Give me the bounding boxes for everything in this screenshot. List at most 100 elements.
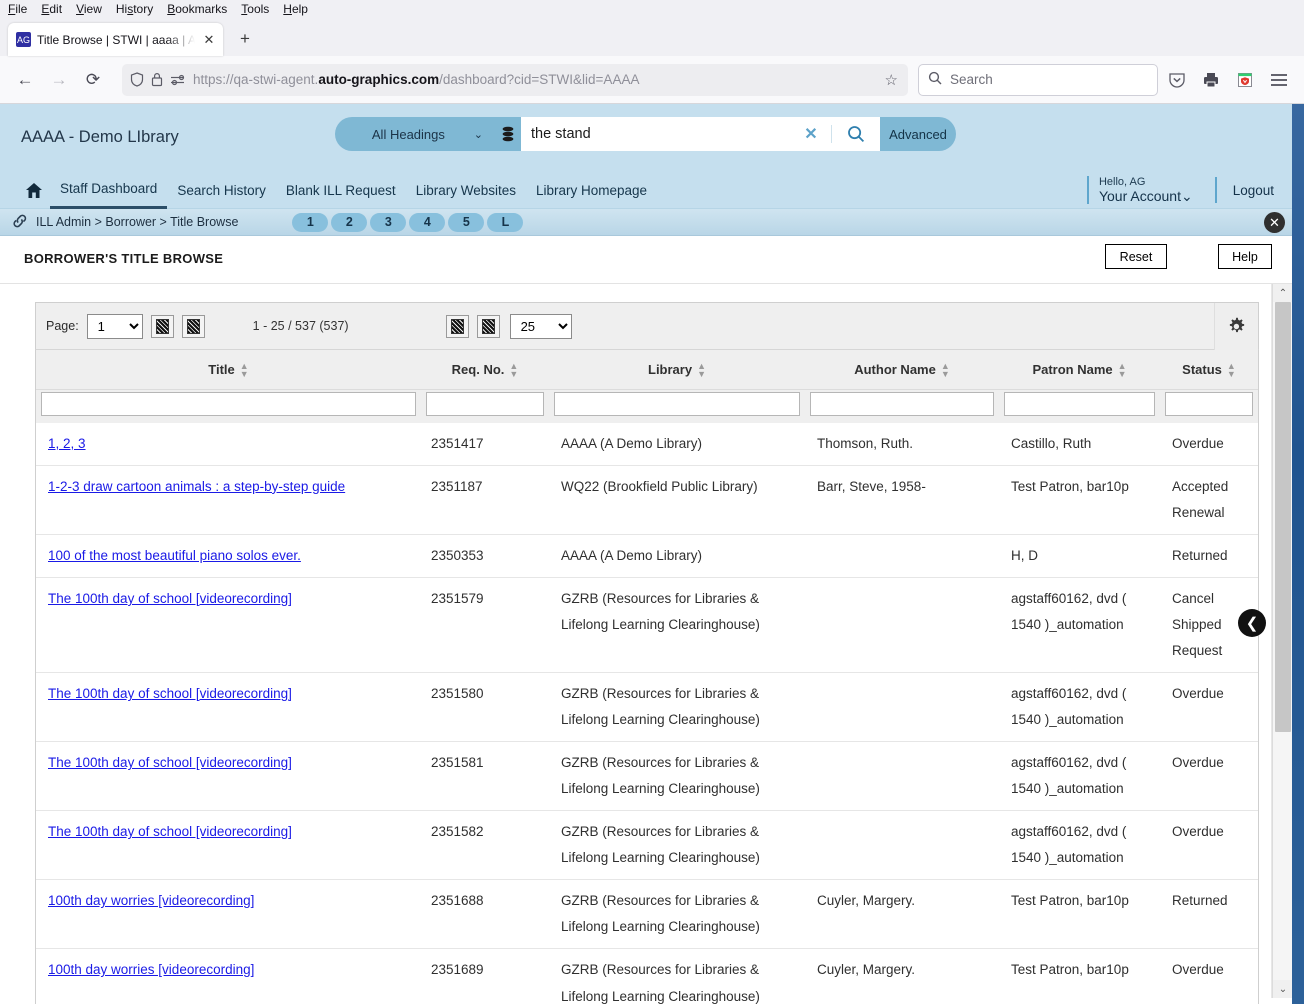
scroll-thumb[interactable] [1275, 302, 1291, 732]
back-icon[interactable]: ← [10, 65, 40, 95]
next-page-icon[interactable] [445, 314, 469, 338]
organization-label: AAAA - Demo LIbrary [21, 128, 179, 146]
page-select[interactable]: 123 [86, 313, 143, 339]
previous-page-icon[interactable] [181, 314, 205, 338]
nav-blank-ill-request[interactable]: Blank ILL Request [276, 171, 406, 209]
nav-staff-dashboard[interactable]: Staff Dashboard [50, 171, 168, 209]
results-grid: Page: 123 1 - 25 / 537 (537) 2550100 [35, 302, 1259, 1004]
help-button[interactable]: Help [1218, 244, 1272, 269]
title-link[interactable]: The 100th day of school [videorecording] [48, 591, 292, 606]
main-nav: Staff Dashboard Search History Blank ILL… [18, 171, 657, 209]
print-icon[interactable] [1196, 65, 1226, 95]
menu-edit[interactable]: Edit [41, 2, 62, 16]
table-row[interactable]: 1-2-3 draw cartoon animals : a step-by-s… [36, 465, 1258, 535]
title-link[interactable]: 1, 2, 3 [48, 436, 86, 451]
magnifier-icon[interactable] [832, 117, 880, 151]
scroll-up-arrow[interactable]: ⌃ [1273, 284, 1292, 302]
filter-input-author-name[interactable] [810, 391, 994, 416]
filter-input-status[interactable] [1165, 391, 1253, 416]
table-row[interactable]: The 100th day of school [videorecording]… [36, 741, 1258, 812]
filter-input-library[interactable] [554, 391, 800, 416]
column-header-status[interactable]: Status ▲ ▼ [1160, 350, 1258, 390]
column-header-author-name[interactable]: Author Name ▲ ▼ [805, 350, 999, 390]
title-link[interactable]: 1-2-3 draw cartoon animals : a step-by-s… [48, 479, 345, 494]
collapse-panel-chevron-left-icon[interactable]: ❮ [1238, 609, 1266, 637]
menu-bookmarks[interactable]: Bookmarks [167, 2, 227, 16]
database-icon[interactable] [495, 117, 521, 151]
cell-author-name [805, 810, 999, 881]
column-header-title[interactable]: Title ▲ ▼ [36, 350, 421, 390]
step-2[interactable]: 2 [331, 212, 368, 232]
content-scrollbar[interactable]: ⌃ ⌄ [1272, 284, 1292, 998]
column-header-library[interactable]: Library ▲ ▼ [549, 350, 805, 390]
sort-icon: ▲ ▼ [239, 361, 249, 379]
search-input[interactable]: the stand [521, 117, 791, 151]
scroll-down-arrow[interactable]: ⌄ [1273, 980, 1292, 998]
step-1[interactable]: 1 [292, 212, 329, 232]
hamburger-menu-icon[interactable] [1264, 65, 1294, 95]
title-link[interactable]: The 100th day of school [videorecording] [48, 824, 292, 839]
title-link[interactable]: 100 of the most beautiful piano solos ev… [48, 548, 301, 563]
step-5[interactable]: 5 [448, 212, 485, 232]
cell-status: Returned [1160, 879, 1258, 950]
nav-library-homepage[interactable]: Library Homepage [526, 171, 657, 209]
browser-menubar: File Edit View History Bookmarks Tools H… [0, 0, 1304, 18]
menu-history[interactable]: History [116, 2, 153, 16]
table-row[interactable]: The 100th day of school [videorecording]… [36, 672, 1258, 743]
close-icon[interactable]: ✕ [1264, 212, 1285, 233]
shield-extension-icon[interactable] [1230, 65, 1260, 95]
title-link[interactable]: The 100th day of school [videorecording] [48, 686, 292, 701]
menu-view[interactable]: View [76, 2, 102, 16]
title-link[interactable]: 100th day worries [videorecording] [48, 893, 254, 908]
clear-search-icon[interactable]: ✕ [791, 117, 831, 151]
step-3[interactable]: 3 [370, 212, 407, 232]
close-icon[interactable]: ✕ [201, 32, 217, 48]
cell-title: 100th day worries [videorecording] [36, 879, 421, 950]
filter-input-patron-name[interactable] [1004, 391, 1155, 416]
page-size-select[interactable]: 2550100 [509, 313, 572, 339]
breadcrumb-trail[interactable]: ILL Admin > Borrower > Title Browse [36, 215, 238, 229]
first-page-icon[interactable] [150, 314, 174, 338]
menu-file[interactable]: File [8, 2, 27, 16]
new-tab-button[interactable]: + [231, 25, 259, 53]
menu-tools[interactable]: Tools [241, 2, 269, 16]
table-row[interactable]: The 100th day of school [videorecording]… [36, 577, 1258, 674]
reload-icon[interactable]: ⟳ [78, 65, 108, 95]
nav-search-history[interactable]: Search History [167, 171, 276, 209]
shield-icon [130, 72, 144, 87]
table-row[interactable]: 100 of the most beautiful piano solos ev… [36, 534, 1258, 578]
last-page-icon[interactable] [476, 314, 500, 338]
browser-tab[interactable]: AG Title Browse | STWI | aaaa | Auto ✕ [8, 23, 223, 56]
menu-help[interactable]: Help [283, 2, 308, 16]
filter-input-req-no[interactable] [426, 391, 544, 416]
nav-library-websites[interactable]: Library Websites [406, 171, 526, 209]
advanced-search-button[interactable]: Advanced [880, 117, 956, 151]
url-bar[interactable]: https://qa-stwi-agent.auto-graphics.com/… [122, 63, 908, 96]
cell-library: GZRB (Resources for Libraries & Lifelong… [549, 879, 805, 950]
browser-chrome: File Edit View History Bookmarks Tools H… [0, 0, 1304, 104]
title-link[interactable]: 100th day worries [videorecording] [48, 962, 254, 977]
table-row[interactable]: 100th day worries [videorecording] 23516… [36, 879, 1258, 950]
bookmark-star-icon[interactable]: ☆ [885, 71, 900, 89]
settings-gear-icon[interactable] [1214, 303, 1258, 350]
table-row[interactable]: 1, 2, 3 2351417 AAAA (A Demo Library) Thom… [36, 422, 1258, 466]
table-row[interactable]: 100th day worries [videorecording] 23516… [36, 948, 1258, 1004]
column-header-req-no[interactable]: Req. No. ▲ ▼ [421, 350, 549, 390]
browser-search-bar[interactable]: Search [918, 63, 1158, 96]
step-4[interactable]: 4 [409, 212, 446, 232]
reset-button[interactable]: Reset [1105, 244, 1167, 269]
forward-icon[interactable]: → [44, 65, 74, 95]
search-scope-dropdown[interactable]: All Headings ⌄ [335, 117, 495, 151]
column-header-patron-name[interactable]: Patron Name ▲ ▼ [999, 350, 1160, 390]
logout-link[interactable]: Logout [1217, 183, 1274, 198]
table-body: 1, 2, 3 2351417 AAAA (A Demo Library) Thom… [36, 422, 1258, 1004]
your-account-menu[interactable]: Hello, AG Your Account⌄ [1086, 175, 1215, 205]
title-link[interactable]: The 100th day of school [videorecording] [48, 755, 292, 770]
table-row[interactable]: The 100th day of school [videorecording]… [36, 810, 1258, 881]
results-table: Title ▲ ▼ Req. No. ▲ ▼ Library ▲ ▼ Author Name… [36, 350, 1258, 1004]
filter-input-title[interactable] [41, 391, 416, 416]
pocket-icon[interactable] [1162, 65, 1192, 95]
step-l[interactable]: L [487, 212, 524, 232]
home-icon[interactable] [18, 182, 50, 199]
tracking-protection-icon[interactable] [170, 74, 186, 86]
